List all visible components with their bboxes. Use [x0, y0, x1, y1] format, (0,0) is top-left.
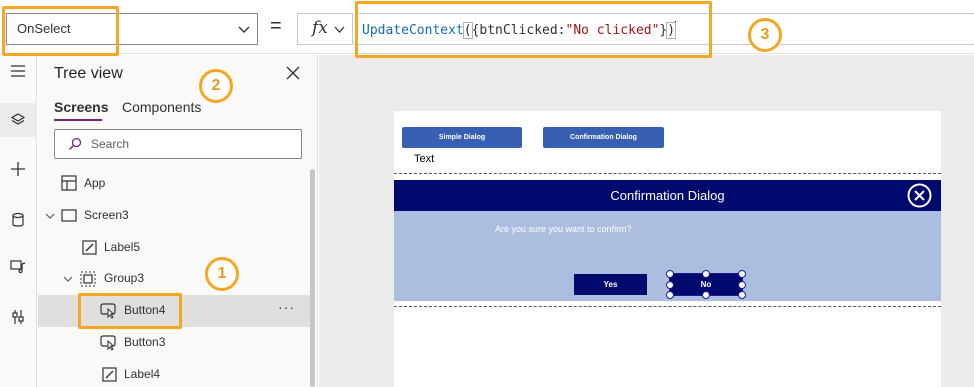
tree-node-label4[interactable]: Label4 [38, 359, 310, 387]
database-icon [12, 212, 24, 227]
data-button[interactable] [0, 203, 37, 237]
dialog-message: Are you sure you want to confirm? [495, 224, 632, 234]
highlight-button4 [78, 293, 182, 329]
resize-handle[interactable] [666, 281, 674, 289]
tree-node-label5[interactable]: Label5 [38, 232, 310, 264]
callout-badge-1: 1 [205, 257, 239, 291]
insert-button[interactable] [0, 152, 37, 186]
close-icon[interactable] [907, 183, 932, 208]
power-apps-studio: OnSelect = fx UpdateContext({btnClicked:… [0, 0, 974, 387]
highlight-formula [355, 1, 712, 58]
active-tab-indicator [54, 119, 102, 121]
tree-view-panel: Tree view Screens Components App [38, 55, 318, 387]
chevron-down-icon[interactable] [63, 274, 73, 284]
resize-handle[interactable] [666, 291, 674, 299]
fx-icon: fx [312, 18, 328, 38]
highlight-property-dropdown [2, 6, 119, 56]
chevron-down-icon [238, 26, 250, 33]
layers-icon [10, 113, 26, 125]
plus-icon [11, 162, 25, 176]
advanced-tools-button[interactable] [0, 300, 37, 334]
search-icon [69, 137, 82, 150]
media-button[interactable] [0, 249, 37, 283]
tree-node-button3[interactable]: Button3 [38, 327, 310, 359]
resize-handle[interactable] [738, 270, 746, 278]
tree-view-button[interactable] [0, 103, 37, 137]
dialog-body: Are you sure you want to confirm? Yes No [394, 211, 941, 301]
simple-dialog-button[interactable]: Simple Dialog [402, 127, 522, 148]
resize-handle[interactable] [702, 270, 710, 278]
left-rail [0, 55, 37, 387]
yes-button[interactable]: Yes [574, 274, 647, 295]
tab-screens[interactable]: Screens [54, 99, 108, 115]
app-icon [61, 175, 77, 191]
confirmation-dialog-button[interactable]: Confirmation Dialog [543, 127, 664, 148]
resize-handle[interactable] [738, 291, 746, 299]
tree-node-label: Button3 [124, 335, 166, 349]
callout-badge-3: 3 [748, 18, 782, 52]
tools-icon [12, 310, 24, 324]
equals-sign: = [270, 15, 282, 37]
resize-handle[interactable] [666, 270, 674, 278]
tree-node-app[interactable]: App [38, 168, 310, 200]
tree-node-screen3[interactable]: Screen3 [38, 200, 310, 232]
tab-components[interactable]: Components [122, 99, 201, 115]
dialog-header: Confirmation Dialog [394, 180, 941, 211]
button-icon [100, 335, 116, 351]
resize-handle[interactable] [702, 291, 710, 299]
resize-handle[interactable] [738, 281, 746, 289]
more-options-button[interactable]: ··· [278, 299, 295, 315]
hamburger-icon [11, 65, 25, 77]
tree-view-title: Tree view [54, 65, 123, 82]
tree-node-label: Screen3 [84, 208, 129, 222]
divider-dashed [394, 173, 941, 174]
app-screen: Simple Dialog Confirmation Dialog Text C… [394, 111, 941, 387]
tree-node-label: Group3 [104, 271, 145, 285]
search-input[interactable] [91, 135, 291, 153]
fx-button[interactable]: fx [297, 13, 353, 45]
chevron-down-icon[interactable] [45, 211, 55, 221]
media-icon [10, 260, 26, 274]
scrollbar-thumb[interactable] [310, 169, 315, 387]
chevron-down-icon [334, 26, 345, 33]
tree-node-label: App [84, 176, 106, 190]
tree-node-label: Label5 [104, 240, 141, 254]
tree-node-group3[interactable]: Group3 [38, 263, 310, 295]
close-icon[interactable] [286, 66, 300, 80]
hamburger-menu-button[interactable] [0, 55, 37, 89]
search-box[interactable] [54, 129, 302, 159]
callout-badge-2: 2 [199, 69, 233, 103]
dialog-title: Confirmation Dialog [610, 188, 725, 203]
group-icon [80, 271, 96, 287]
text-label: Text [414, 153, 435, 165]
label-icon [82, 240, 97, 255]
tree-node-label: Label4 [124, 367, 161, 381]
divider-dashed [394, 306, 941, 307]
tree-scrollbar[interactable] [310, 169, 315, 387]
screen-icon [61, 209, 77, 222]
canvas-area: Simple Dialog Confirmation Dialog Text C… [319, 55, 974, 387]
label-icon [102, 367, 117, 382]
